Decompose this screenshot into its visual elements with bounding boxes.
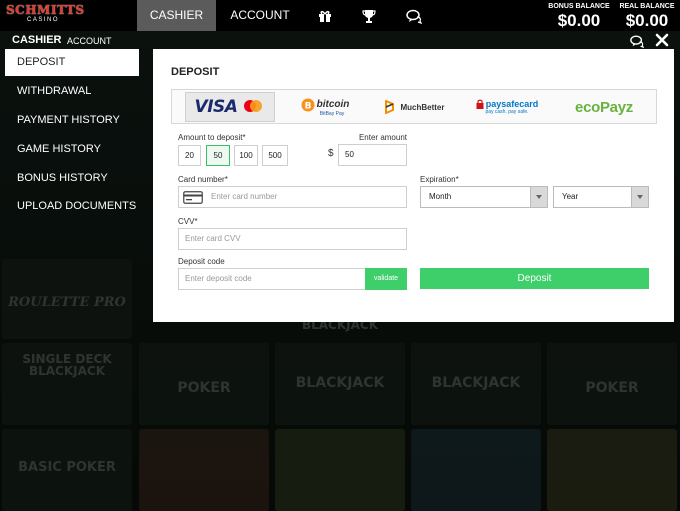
card-number-label: Card number* bbox=[178, 175, 228, 184]
method-muchbetter[interactable]: MuchBetter bbox=[374, 92, 454, 122]
enter-amount-label: Enter amount bbox=[358, 133, 407, 142]
muchbetter-label: MuchBetter bbox=[400, 102, 445, 112]
expiration-label: Expiration* bbox=[420, 175, 459, 184]
method-ecopayz[interactable]: ecoPayz bbox=[558, 92, 650, 122]
sidebar-item-payment-history[interactable]: PAYMENT HISTORY bbox=[5, 107, 139, 134]
currency-symbol: $ bbox=[328, 148, 334, 159]
method-visa[interactable]: VISA bbox=[185, 92, 275, 122]
lock-icon bbox=[476, 99, 484, 109]
month-select-value: Month bbox=[429, 192, 452, 201]
month-select[interactable]: Month bbox=[420, 186, 548, 208]
paysafecard-tagline: pay cash. pay safe. bbox=[485, 109, 529, 115]
validate-button[interactable]: validate bbox=[365, 268, 407, 290]
deposit-code-label: Deposit code bbox=[178, 257, 225, 266]
bonus-balance-value: $0.00 bbox=[557, 11, 601, 30]
muchbetter-icon bbox=[385, 100, 395, 114]
close-icon[interactable] bbox=[655, 33, 669, 47]
chevron-down-icon bbox=[631, 187, 648, 207]
bonus-balance-label: BONUS BALANCE bbox=[548, 3, 610, 10]
amount-20-button[interactable]: 20 bbox=[178, 145, 201, 166]
real-balance: REAL BALANCE $0.00 bbox=[618, 3, 676, 29]
sidebar-item-deposit[interactable]: DEPOSIT bbox=[5, 49, 139, 76]
svg-text:B: B bbox=[304, 101, 311, 111]
deposit-button[interactable]: Deposit bbox=[420, 268, 649, 289]
real-balance-value: $0.00 bbox=[625, 11, 669, 30]
cvv-label: CVV* bbox=[178, 217, 198, 226]
sidebar-item-upload-documents[interactable]: UPLOAD DOCUMENTS bbox=[5, 193, 139, 220]
top-bar: SCHMITTS CASINO CASHIER ACCOUNT BONUS BA… bbox=[0, 0, 680, 31]
gift-icon[interactable] bbox=[317, 8, 333, 24]
logo-sub-text: CASINO bbox=[26, 17, 59, 23]
trophy-icon[interactable] bbox=[361, 8, 377, 24]
year-select[interactable]: Year bbox=[553, 186, 649, 208]
amount-label: Amount to deposit* bbox=[178, 133, 246, 142]
tab-account[interactable]: ACCOUNT bbox=[222, 0, 298, 31]
amount-50-button[interactable]: 50 bbox=[206, 145, 230, 166]
sidebar-item-withdrawal[interactable]: WITHDRAWAL bbox=[5, 78, 139, 105]
casino-logo[interactable]: SCHMITTS CASINO bbox=[6, 3, 85, 28]
bonus-balance: BONUS BALANCE $0.00 bbox=[548, 3, 610, 29]
mastercard-icon bbox=[244, 100, 263, 112]
visa-logo: VISA bbox=[194, 97, 238, 117]
bitcoin-label: bitcoin bbox=[316, 98, 350, 110]
cashier-title: CASHIER bbox=[12, 34, 62, 46]
logo-main-text: SCHMITTS bbox=[6, 3, 85, 17]
chevron-down-icon bbox=[530, 187, 547, 207]
amount-input[interactable]: 50 bbox=[338, 144, 407, 166]
ecopayz-label: ecoPayz bbox=[575, 98, 633, 116]
deposit-panel: DEPOSIT VISA B bitcoin BitBay Pay MuchBe… bbox=[153, 49, 674, 322]
bitbay-label: BitBay Pay bbox=[319, 110, 345, 117]
real-balance-label: REAL BALANCE bbox=[619, 3, 675, 10]
sidebar-item-game-history[interactable]: GAME HISTORY bbox=[5, 136, 139, 163]
chat-icon[interactable] bbox=[406, 8, 422, 24]
amount-500-button[interactable]: 500 bbox=[262, 145, 288, 166]
payment-methods: VISA B bitcoin BitBay Pay MuchBetter pay… bbox=[171, 89, 657, 124]
bitcoin-icon: B bbox=[301, 98, 315, 111]
chat-icon[interactable] bbox=[630, 34, 644, 48]
credit-card-icon bbox=[183, 191, 203, 204]
card-number-input[interactable]: Enter card number bbox=[178, 186, 407, 208]
method-paysafecard[interactable]: paysafecard pay cash. pay safe. bbox=[462, 92, 552, 122]
deposit-code-input[interactable]: Enter deposit code bbox=[178, 268, 366, 290]
paysafecard-label: paysafecard bbox=[485, 98, 539, 109]
sidebar-item-bonus-history[interactable]: BONUS HISTORY bbox=[5, 165, 139, 192]
tab-cashier[interactable]: CASHIER bbox=[137, 0, 216, 31]
cvv-input[interactable]: Enter card CVV bbox=[178, 228, 407, 250]
method-bitcoin[interactable]: B bitcoin BitBay Pay bbox=[284, 92, 366, 122]
year-select-value: Year bbox=[562, 192, 579, 201]
cashier-account-link[interactable]: ACCOUNT bbox=[67, 36, 112, 46]
panel-title: DEPOSIT bbox=[171, 66, 220, 78]
amount-100-button[interactable]: 100 bbox=[234, 145, 258, 166]
